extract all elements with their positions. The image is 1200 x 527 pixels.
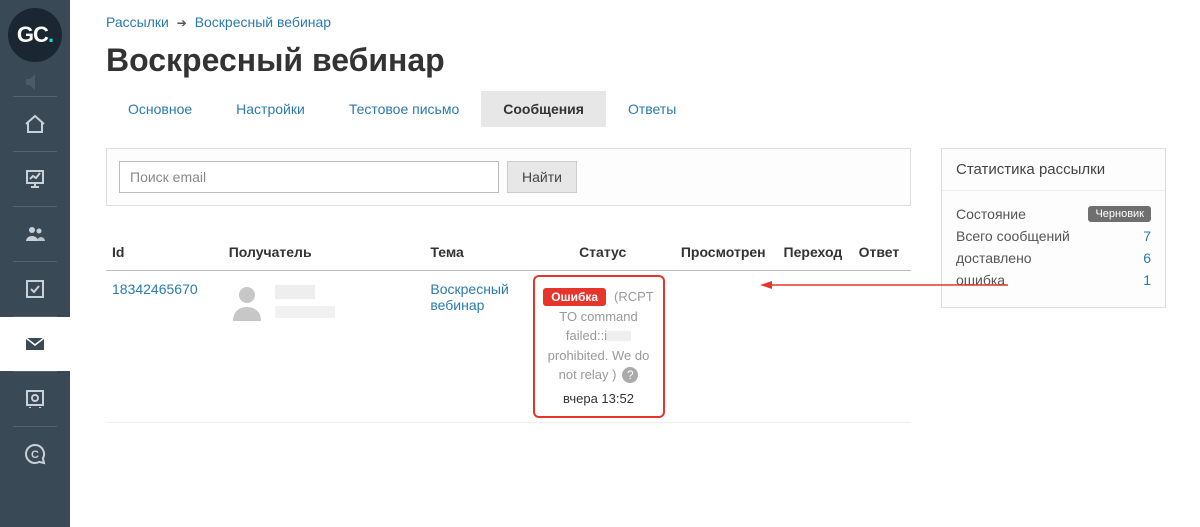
tabs: Основное Настройки Тестовое письмо Сообщ…	[106, 91, 1180, 128]
sidebar-item-chat[interactable]: C	[0, 427, 70, 481]
home-icon	[23, 112, 47, 136]
sidebar-item-users[interactable]	[0, 207, 70, 261]
sidebar-item-home[interactable]	[0, 97, 70, 151]
checkbox-icon	[23, 277, 47, 301]
stats-title: Статистика рассылки	[942, 149, 1165, 191]
status-cell: Ошибка (RCPT TO command failed::i prohib…	[533, 275, 665, 418]
redacted-name	[275, 285, 315, 299]
th-reply: Ответ	[853, 234, 911, 271]
logo-c: C	[33, 22, 48, 48]
stat-error: ошибка 1	[956, 269, 1151, 291]
content-row: Найти Id Получатель Тема Статус Просмотр…	[106, 148, 1180, 423]
main-content: Рассылки ➔ Воскресный вебинар Воскресный…	[70, 0, 1200, 527]
logo-g: G	[17, 22, 33, 48]
chat-c-icon: C	[23, 442, 47, 466]
tab-replies[interactable]: Ответы	[606, 91, 698, 127]
find-button[interactable]: Найти	[507, 161, 577, 193]
redacted-status	[607, 331, 631, 341]
logo-dot: .	[48, 22, 53, 48]
sidebar-item-tasks[interactable]	[0, 262, 70, 316]
content-side: Статистика рассылки Состояние Черновик В…	[941, 148, 1166, 423]
search-input[interactable]	[119, 161, 499, 193]
row-recipient	[223, 271, 425, 423]
tab-settings[interactable]: Настройки	[214, 91, 327, 127]
stat-state-value: Черновик	[1088, 206, 1151, 222]
sidebar-item-mute[interactable]	[0, 68, 70, 96]
stat-state: Состояние Черновик	[956, 203, 1151, 225]
breadcrumb: Рассылки ➔ Воскресный вебинар	[106, 10, 1180, 36]
messages-table: Id Получатель Тема Статус Просмотрен Пер…	[106, 234, 911, 423]
stat-delivered-value[interactable]: 6	[1143, 250, 1151, 266]
breadcrumb-current[interactable]: Воскресный вебинар	[195, 14, 331, 30]
stat-state-label: Состояние	[956, 206, 1026, 222]
stat-total-value[interactable]: 7	[1143, 228, 1151, 244]
safe-icon	[23, 387, 47, 411]
row-reply	[853, 271, 911, 423]
tab-main[interactable]: Основное	[106, 91, 214, 127]
chart-board-icon	[23, 167, 47, 191]
table-row: 18342465670 Воскресный вебинар	[106, 271, 911, 423]
status-badge: Ошибка	[543, 288, 606, 306]
logo[interactable]: GC.	[8, 8, 62, 62]
sidebar: GC. C	[0, 0, 70, 527]
sidebar-item-mail[interactable]	[0, 317, 70, 371]
mail-icon	[23, 332, 47, 356]
stat-error-value[interactable]: 1	[1143, 272, 1151, 288]
content-main: Найти Id Получатель Тема Статус Просмотр…	[106, 148, 911, 423]
page-title: Воскресный вебинар	[106, 42, 1180, 79]
row-viewed	[675, 271, 778, 423]
tab-test-letter[interactable]: Тестовое письмо	[327, 91, 481, 127]
th-click: Переход	[778, 234, 853, 271]
stat-total-label: Всего сообщений	[956, 228, 1070, 244]
svg-text:C: C	[31, 449, 39, 461]
stat-error-label: ошибка	[956, 272, 1005, 288]
th-subject: Тема	[424, 234, 530, 271]
status-time: вчера 13:52	[543, 391, 655, 406]
th-id: Id	[106, 234, 223, 271]
search-row: Найти	[106, 148, 911, 206]
breadcrumb-arrow-icon: ➔	[177, 16, 187, 30]
row-click	[778, 271, 853, 423]
help-icon[interactable]: ?	[622, 367, 638, 383]
stat-delivered: доставлено 6	[956, 247, 1151, 269]
redacted-email	[275, 306, 335, 318]
breadcrumb-root[interactable]: Рассылки	[106, 14, 169, 30]
th-status: Статус	[531, 234, 675, 271]
speaker-off-icon	[23, 70, 47, 94]
row-id-link[interactable]: 18342465670	[112, 281, 198, 297]
stat-total: Всего сообщений 7	[956, 225, 1151, 247]
users-icon	[23, 222, 47, 246]
stat-delivered-label: доставлено	[956, 250, 1032, 266]
th-viewed: Просмотрен	[675, 234, 778, 271]
sidebar-item-presentation[interactable]	[0, 152, 70, 206]
row-subject-link[interactable]: Воскресный вебинар	[430, 281, 508, 313]
tab-messages[interactable]: Сообщения	[481, 91, 606, 127]
th-recipient: Получатель	[223, 234, 425, 271]
sidebar-item-safe[interactable]	[0, 372, 70, 426]
avatar-icon	[229, 281, 265, 321]
stats-panel: Статистика рассылки Состояние Черновик В…	[941, 148, 1166, 308]
